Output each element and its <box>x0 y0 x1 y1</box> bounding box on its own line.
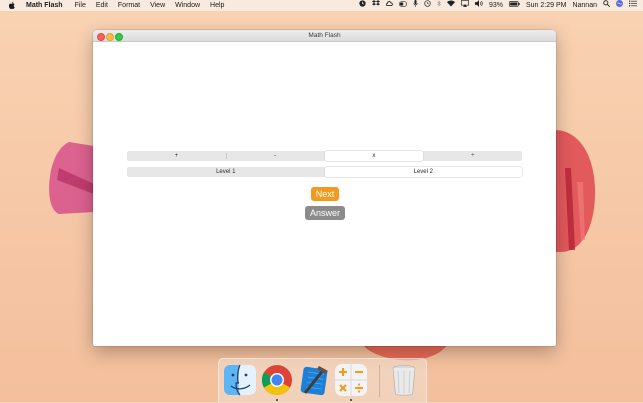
menu-window[interactable]: Window <box>175 0 200 11</box>
battery-icon[interactable] <box>509 0 520 11</box>
level-segmented-control: Level 1 Level 2 <box>127 167 522 177</box>
dock <box>218 358 427 403</box>
operation-divide-segment[interactable]: ÷ <box>423 151 522 161</box>
operation-multiply-segment[interactable]: x <box>324 151 424 161</box>
window-titlebar[interactable]: Math Flash <box>93 30 556 42</box>
apple-icon[interactable] <box>9 2 15 9</box>
calculator-icon[interactable] <box>334 363 368 397</box>
volume-icon[interactable] <box>474 0 483 11</box>
wallpaper-shape-left <box>49 142 94 214</box>
level-1-segment[interactable]: Level 1 <box>127 167 325 177</box>
creative-cloud-icon[interactable] <box>385 0 393 11</box>
calculator-running-indicator <box>350 399 352 401</box>
dropbox-icon[interactable] <box>371 0 380 11</box>
microphone-icon[interactable] <box>413 0 418 11</box>
menu-help[interactable]: Help <box>210 0 224 11</box>
time-machine-icon[interactable] <box>424 0 431 11</box>
toggle-icon[interactable] <box>398 0 407 11</box>
xcode-icon[interactable] <box>297 363 331 397</box>
wallpaper-shape-right <box>555 130 596 252</box>
next-button[interactable]: Next <box>311 187 339 201</box>
menubar-user[interactable]: Nannan <box>572 0 597 11</box>
operation-subtract-segment[interactable]: - <box>225 151 325 161</box>
siri-icon[interactable] <box>616 0 623 11</box>
chrome-icon[interactable] <box>260 363 294 397</box>
math-flash-window: Math Flash + - x ÷ Level 1 Level 2 Next … <box>93 30 556 346</box>
search-icon[interactable] <box>603 0 610 11</box>
level-2-segment[interactable]: Level 2 <box>324 167 522 177</box>
finder-icon[interactable] <box>223 363 257 397</box>
menu-format[interactable]: Format <box>118 0 140 11</box>
menu-file[interactable]: File <box>75 0 86 11</box>
menu-edit[interactable]: Edit <box>96 0 108 11</box>
chrome-running-indicator <box>276 399 278 401</box>
airplay-icon[interactable] <box>460 0 469 11</box>
trash-icon[interactable] <box>387 363 421 397</box>
menubar-clock[interactable]: Sun 2:29 PM <box>526 0 566 11</box>
operation-segmented-control: + - x ÷ <box>127 151 522 161</box>
dock-separator <box>379 365 380 397</box>
menu-view[interactable]: View <box>150 0 165 11</box>
battery-percent: 93% <box>488 2 503 9</box>
status-area: 93% Sun 2:29 PM Nannan <box>359 0 637 11</box>
clock-icon[interactable] <box>359 0 366 11</box>
window-title: Math Flash <box>308 32 341 39</box>
wifi-icon[interactable] <box>446 0 455 11</box>
menu-bar: Math Flash File Edit Format View Window … <box>0 0 643 11</box>
answer-button[interactable]: Answer <box>305 206 345 220</box>
operation-add-segment[interactable]: + <box>127 151 226 161</box>
menu-app-name[interactable]: Math Flash <box>26 0 63 11</box>
notification-center-icon[interactable] <box>629 0 637 11</box>
bluetooth-icon[interactable] <box>437 0 441 11</box>
